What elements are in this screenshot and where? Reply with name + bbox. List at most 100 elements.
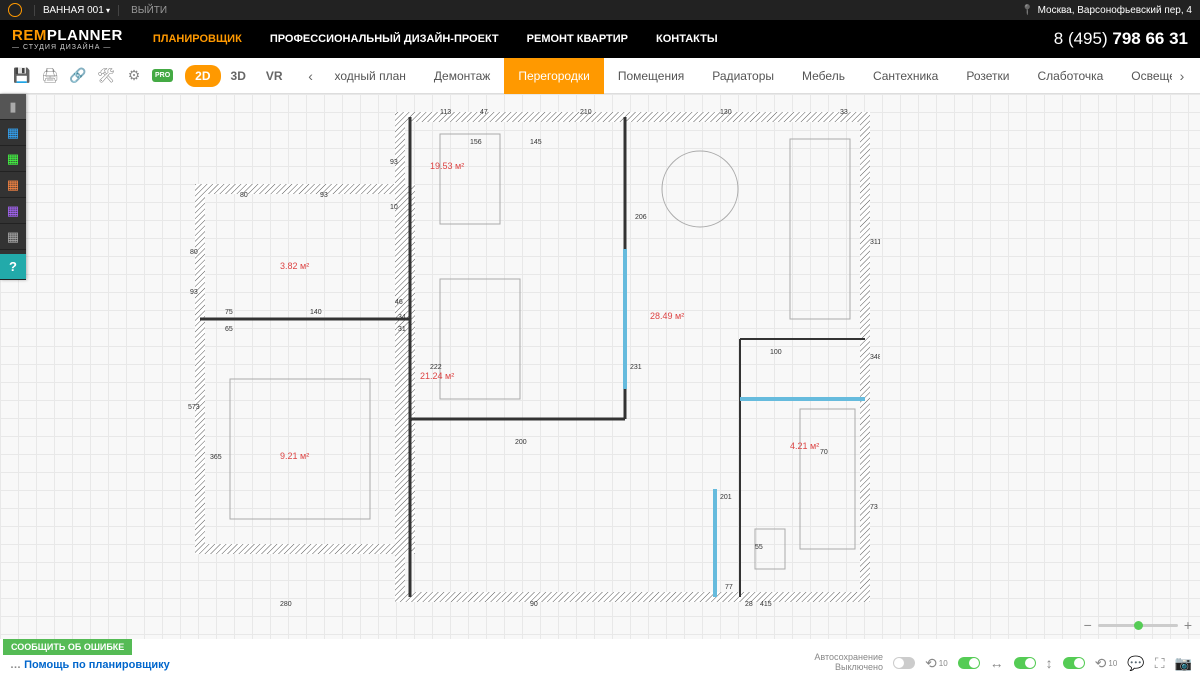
svg-text:10: 10 xyxy=(390,204,398,211)
svg-text:93: 93 xyxy=(190,289,198,296)
svg-text:55: 55 xyxy=(755,544,763,551)
svg-text:93: 93 xyxy=(320,192,328,199)
svg-text:156: 156 xyxy=(470,139,482,146)
svg-text:222: 222 xyxy=(430,364,442,371)
svg-text:28.49 м²: 28.49 м² xyxy=(650,311,684,321)
floorplan[interactable]: 19.53 м² 3.82 м² 21.24 м² 9.21 м² 28.49 … xyxy=(180,109,880,609)
svg-text:113: 113 xyxy=(440,109,451,116)
fullscreen-icon[interactable]: ⛶ xyxy=(1155,655,1165,672)
svg-text:90: 90 xyxy=(530,601,538,608)
planner-help-link[interactable]: Помощь по планировщику xyxy=(10,659,170,671)
autosave-toggle[interactable] xyxy=(893,657,915,669)
svg-text:415: 415 xyxy=(760,601,772,608)
ribbon-rooms[interactable]: Помещения xyxy=(604,58,698,94)
ribbon-sockets[interactable]: Розетки xyxy=(952,58,1023,94)
palette-wall-blue[interactable]: ▦ xyxy=(0,120,26,146)
zoom-out-button[interactable]: − xyxy=(1084,617,1092,633)
palette-help-button[interactable]: ? xyxy=(0,254,26,280)
svg-text:311: 311 xyxy=(870,239,880,246)
svg-text:80: 80 xyxy=(240,192,248,199)
ribbon-scroll-left[interactable]: ‹ xyxy=(301,68,321,84)
ribbon-partitions[interactable]: Перегородки xyxy=(504,58,603,94)
ribbon-scroll-right[interactable]: › xyxy=(1172,68,1192,84)
palette-wall-standard[interactable]: ▮ xyxy=(0,94,26,120)
svg-text:93: 93 xyxy=(390,159,398,166)
print-icon[interactable]: 🖨 xyxy=(39,65,61,87)
svg-text:19.53 м²: 19.53 м² xyxy=(430,161,464,171)
user-avatar-icon[interactable] xyxy=(8,3,22,17)
svg-text:201: 201 xyxy=(720,494,732,501)
project-selector[interactable]: ВАННАЯ 001 xyxy=(34,5,119,16)
svg-text:365: 365 xyxy=(210,454,222,461)
phone-number[interactable]: 8 (495) 798 66 31 xyxy=(1054,29,1188,49)
svg-text:65: 65 xyxy=(225,326,233,333)
location-link[interactable]: Москва, Варсонофьевский пер, 4 xyxy=(1021,5,1192,16)
svg-text:47: 47 xyxy=(480,109,488,116)
svg-text:3.82 м²: 3.82 м² xyxy=(280,261,309,271)
svg-text:140: 140 xyxy=(310,309,322,316)
snap-toggle-3[interactable] xyxy=(1063,657,1085,669)
save-icon[interactable]: 💾 xyxy=(11,65,33,87)
svg-text:348: 348 xyxy=(870,354,880,361)
ribbon-source-plan[interactable]: ходный план xyxy=(321,58,420,94)
svg-text:210: 210 xyxy=(580,109,592,116)
zoom-slider[interactable] xyxy=(1098,624,1178,627)
svg-text:200: 200 xyxy=(515,439,527,446)
palette-wall-grey[interactable]: ▦ xyxy=(0,224,26,250)
view-vr-button[interactable]: VR xyxy=(256,65,293,87)
svg-text:573: 573 xyxy=(188,404,200,411)
view-3d-button[interactable]: 3D xyxy=(221,65,256,87)
svg-text:21.24 м²: 21.24 м² xyxy=(420,371,454,381)
palette-wall-orange[interactable]: ▦ xyxy=(0,172,26,198)
nav-renovation[interactable]: РЕМОНТ КВАРТИР xyxy=(527,33,628,45)
svg-text:231: 231 xyxy=(630,364,642,371)
svg-text:73: 73 xyxy=(870,504,878,511)
svg-text:46: 46 xyxy=(395,299,403,306)
svg-text:100: 100 xyxy=(770,349,782,356)
tools-icon[interactable]: 🛠 xyxy=(95,65,117,87)
svg-text:80: 80 xyxy=(190,249,198,256)
chat-icon[interactable]: 💬 xyxy=(1127,655,1144,672)
share-icon[interactable]: 🔗 xyxy=(67,65,89,87)
rotate-icon[interactable]: ⟲10 xyxy=(1095,655,1118,672)
dimension-v-icon[interactable]: ↕ xyxy=(1046,655,1053,671)
snap-toggle-2[interactable] xyxy=(1014,657,1036,669)
ribbon-demolition[interactable]: Демонтаж xyxy=(420,58,504,94)
ribbon-plumbing[interactable]: Сантехника xyxy=(859,58,952,94)
camera-icon[interactable]: 📷 xyxy=(1175,655,1192,672)
pro-badge[interactable]: PRO xyxy=(152,69,173,82)
svg-text:280: 280 xyxy=(280,601,292,608)
svg-text:145: 145 xyxy=(530,139,542,146)
nav-planner[interactable]: ПЛАНИРОВЩИК xyxy=(153,33,242,45)
ribbon-lighting[interactable]: Освеще xyxy=(1117,58,1172,94)
canvas[interactable]: 19.53 м² 3.82 м² 21.24 м² 9.21 м² 28.49 … xyxy=(0,94,1200,639)
svg-text:34: 34 xyxy=(398,314,406,321)
svg-text:77: 77 xyxy=(725,584,733,591)
palette-wall-green[interactable]: ▦ xyxy=(0,146,26,172)
svg-text:130: 130 xyxy=(720,109,732,116)
ribbon-radiators[interactable]: Радиаторы xyxy=(698,58,788,94)
view-2d-button[interactable]: 2D xyxy=(185,65,220,87)
nav-contacts[interactable]: КОНТАКТЫ xyxy=(656,33,718,45)
svg-text:9.21 м²: 9.21 м² xyxy=(280,451,309,461)
logout-button[interactable]: ВЫЙТИ xyxy=(123,5,175,16)
ribbon-furniture[interactable]: Мебель xyxy=(788,58,859,94)
svg-text:33: 33 xyxy=(840,109,848,116)
snap-angle-icon[interactable]: ⟲10 xyxy=(925,655,948,672)
autosave-status: Автосохранение Выключено xyxy=(814,653,883,673)
wall-palette: ▮ ▦ ▦ ▦ ▦ ▦ ? xyxy=(0,94,26,280)
svg-text:31: 31 xyxy=(398,326,406,333)
report-bug-button[interactable]: СООБЩИТЬ ОБ ОШИБКЕ xyxy=(3,639,132,655)
zoom-in-button[interactable]: + xyxy=(1184,617,1192,633)
svg-text:28: 28 xyxy=(745,601,753,608)
settings-icon[interactable]: ⚙ xyxy=(123,65,145,87)
svg-text:4.21 м²: 4.21 м² xyxy=(790,441,819,451)
logo[interactable]: REMPLANNER— СТУДИЯ ДИЗАЙНА — xyxy=(12,27,123,51)
svg-text:206: 206 xyxy=(635,214,647,221)
snap-toggle-1[interactable] xyxy=(958,657,980,669)
palette-wall-purple[interactable]: ▦ xyxy=(0,198,26,224)
ribbon-lowvoltage[interactable]: Слаботочка xyxy=(1023,58,1117,94)
dimension-h-icon[interactable]: ↔ xyxy=(990,655,1004,671)
nav-design-project[interactable]: ПРОФЕССИОНАЛЬНЫЙ ДИЗАЙН-ПРОЕКТ xyxy=(270,33,499,45)
svg-text:70: 70 xyxy=(820,449,828,456)
